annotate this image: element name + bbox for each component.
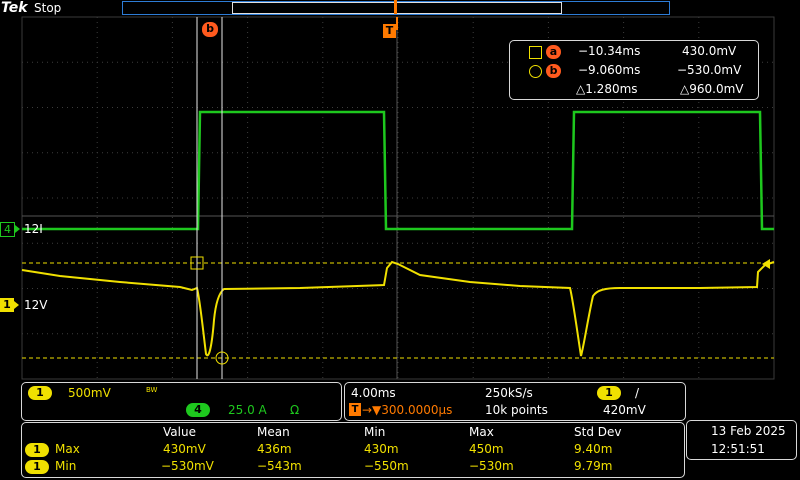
measurement-row-min[interactable]: 1 Min −530mV −543m −550m −530m 9.79m	[22, 459, 684, 475]
ch4-waveform-trace	[22, 110, 774, 231]
row-min-value: −530mV	[161, 459, 214, 473]
cursor-a-badge: a	[546, 45, 561, 59]
header-min: Min	[364, 425, 386, 439]
row-min-stddev: 9.79m	[574, 459, 613, 473]
cursor-readout-panel[interactable]: a −10.34ms 430.0mV b −9.060ms −530.0mV △…	[509, 40, 759, 100]
ch4-ground-marker[interactable]: 4	[0, 222, 20, 237]
ch1-trace-label: 12V	[24, 298, 48, 312]
cursor-b-time: −9.060ms	[578, 63, 641, 77]
row-max-channel-badge: 1	[25, 443, 49, 457]
ch1-marker-number: 1	[0, 298, 14, 312]
row-min-name: Min	[55, 459, 77, 473]
datetime-panel: 13 Feb 2025 12:51:51	[686, 420, 797, 460]
row-max-stddev: 9.40m	[574, 442, 613, 456]
trigger-position-tag[interactable]: T	[383, 24, 396, 38]
header-std-dev: Std Dev	[574, 425, 622, 439]
row-min-min: −550m	[364, 459, 409, 473]
trigger-slope-icon[interactable]: /	[635, 386, 639, 400]
bandwidth-limit-mark: BW	[146, 386, 158, 394]
trigger-level-value[interactable]: 420mV	[603, 403, 646, 417]
ch1-marker-arrow-icon	[14, 301, 19, 309]
cursor-delta-value: △960.0mV	[680, 82, 744, 96]
trigger-position-badge: T	[349, 403, 361, 416]
sample-rate-value: 250kS/s	[485, 386, 533, 400]
cursor-b-circle-icon	[529, 65, 542, 78]
row-min-max: −530m	[469, 459, 514, 473]
row-max-value: 430mV	[163, 442, 206, 456]
horizontal-trigger-panel[interactable]: 4.00ms 250kS/s 1 / T →▼300.0000µs 10k po…	[344, 382, 686, 421]
ch4-scale-badge[interactable]: 4	[186, 403, 210, 417]
ch1-waveform-trace	[21, 260, 775, 357]
measurements-header-row: Value Mean Min Max Std Dev	[22, 425, 684, 441]
ch1-scale-badge[interactable]: 1	[28, 386, 52, 400]
time-display: 12:51:51	[711, 442, 765, 456]
trigger-source-badge[interactable]: 1	[597, 386, 621, 400]
timebase-value[interactable]: 4.00ms	[351, 386, 396, 400]
row-min-mean: −543m	[257, 459, 302, 473]
ch4-scale-value[interactable]: 25.0 A	[228, 403, 267, 417]
row-max-min: 430m	[364, 442, 399, 456]
ch4-marker-arrow-icon	[15, 225, 20, 233]
header-value: Value	[163, 425, 196, 439]
row-max-mean: 436m	[257, 442, 292, 456]
measurements-panel[interactable]: Value Mean Min Max Std Dev 1 Max 430mV 4…	[21, 422, 685, 478]
cursor-a-square-icon	[529, 46, 542, 59]
ch4-trace-label: 12I	[24, 222, 43, 236]
ch4-termination-icon: Ω	[290, 403, 300, 417]
row-max-name: Max	[55, 442, 80, 456]
cursor-b-badge: b	[546, 64, 561, 78]
cursor-delta-time: △1.280ms	[576, 82, 638, 96]
cursor-a-time: −10.34ms	[578, 44, 641, 58]
cursor-b-value: −530.0mV	[677, 63, 742, 77]
vertical-settings-panel[interactable]: 1 500mV BW 4 25.0 A Ω	[21, 382, 342, 421]
header-mean: Mean	[257, 425, 290, 439]
row-max-max: 450m	[469, 442, 504, 456]
ch1-scale-value[interactable]: 500mV	[68, 386, 111, 400]
trigger-position-value[interactable]: →▼300.0000µs	[362, 403, 452, 417]
cursor-a-value: 430.0mV	[682, 44, 737, 58]
record-length-value[interactable]: 10k points	[485, 403, 548, 417]
row-min-channel-badge: 1	[25, 460, 49, 474]
ch4-marker-number: 4	[0, 222, 15, 237]
ch1-ground-marker[interactable]: 1	[0, 298, 20, 312]
measurement-row-max[interactable]: 1 Max 430mV 436m 430m 450m 9.40m	[22, 442, 684, 458]
header-max: Max	[469, 425, 494, 439]
date-display: 13 Feb 2025	[711, 424, 786, 438]
cursor-b-tag[interactable]: b	[202, 22, 218, 37]
